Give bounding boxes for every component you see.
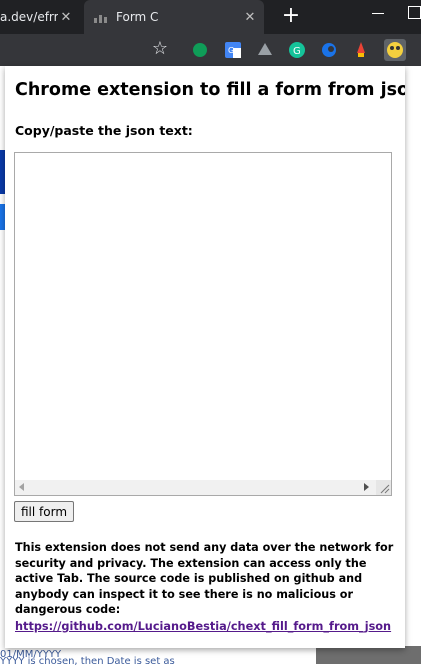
svg-text:G: G	[293, 46, 301, 57]
json-textarea-frame	[14, 152, 392, 496]
browser-toolbar: ☆ G G	[0, 34, 421, 66]
form-filler-icon[interactable]	[384, 39, 406, 61]
tab-background[interactable]: a.dev/efrro ✕	[0, 0, 80, 34]
maximize-icon[interactable]	[408, 6, 421, 19]
bar-chart-icon	[94, 11, 110, 23]
close-icon[interactable]: ✕	[58, 10, 74, 25]
swirl-icon[interactable]	[320, 41, 338, 59]
tab-title: Form C	[116, 10, 159, 24]
json-label: Copy/paste the json text:	[15, 123, 193, 138]
svg-text:G: G	[228, 46, 234, 55]
background-element	[316, 646, 421, 664]
tab-title: a.dev/efrro	[0, 10, 58, 24]
popup-title: Chrome extension to fill a form from jso…	[15, 80, 405, 100]
green-dot-extension-icon[interactable]	[191, 41, 209, 59]
new-tab-button[interactable]: +	[279, 4, 303, 28]
scroll-right-icon[interactable]	[364, 483, 369, 491]
tab-strip: a.dev/efrro ✕ Form C ✕ +	[0, 0, 421, 34]
translate-icon[interactable]: G	[224, 41, 242, 59]
tab-active[interactable]: Form C ✕	[84, 0, 264, 34]
fill-form-button[interactable]: fill form	[14, 501, 75, 522]
minimize-icon[interactable]	[372, 6, 386, 20]
rocket-icon[interactable]	[352, 41, 370, 59]
horizontal-scrollbar[interactable]	[15, 480, 391, 495]
close-icon[interactable]: ✕	[242, 10, 258, 25]
json-textarea[interactable]	[15, 153, 391, 479]
bookmark-star-icon[interactable]: ☆	[150, 39, 170, 59]
drive-icon[interactable]	[256, 41, 274, 59]
privacy-disclaimer: This extension does not send any data ov…	[15, 541, 394, 616]
resize-grip-icon	[380, 484, 390, 494]
scroll-left-icon[interactable]	[19, 483, 24, 491]
github-link[interactable]: https://github.com/LucianoBestia/chext_f…	[15, 620, 391, 633]
resize-handle[interactable]	[376, 480, 391, 495]
background-text: YYYY is chosen, then Date is set as	[0, 656, 175, 667]
extension-popup: Chrome extension to fill a form from jso…	[5, 66, 405, 648]
grammarly-icon[interactable]: G	[288, 41, 306, 59]
